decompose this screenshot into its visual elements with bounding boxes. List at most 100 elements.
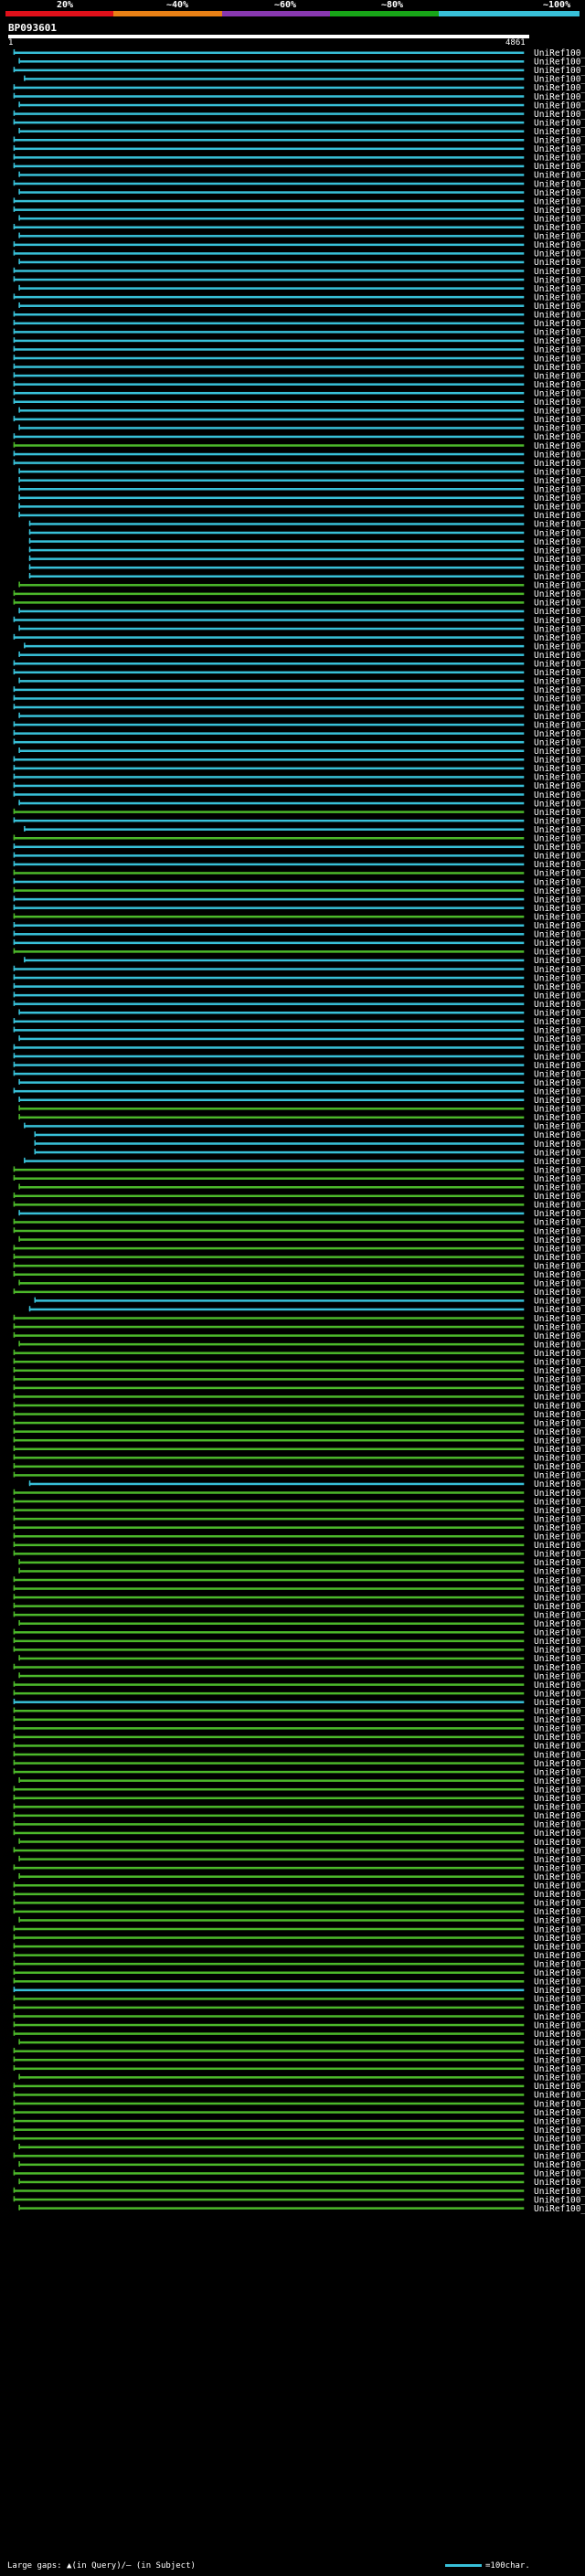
hit-row[interactable]: UniRef100_B1BYE6	[28, 537, 585, 547]
hit-row[interactable]: UniRef100_UPI000...	[13, 1585, 585, 1595]
hit-row[interactable]: UniRef100_C0CS52	[13, 1218, 585, 1228]
hit-row[interactable]: UniRef100_A9AIX8	[13, 1532, 585, 1542]
hit-row[interactable]: UniRef100_C0XLY7	[13, 136, 585, 146]
hit-row[interactable]: UniRef100_Q213B1	[13, 1610, 585, 1620]
hit-row[interactable]: UniRef100_D6D209	[13, 179, 585, 189]
hit-row[interactable]: UniRef100_C3LDW5	[13, 1899, 585, 1909]
hit-row[interactable]: UniRef100_A9D1M2	[13, 1977, 585, 1988]
hit-row[interactable]: UniRef100_A4J016	[13, 1890, 585, 1900]
hit-row[interactable]: UniRef100_A1S5P9	[13, 2169, 585, 2179]
hit-row[interactable]: UniRef100_C1RLW1	[13, 1000, 585, 1010]
hit-row[interactable]: UniRef100_A4TNZ5	[13, 1942, 585, 1952]
hit-row[interactable]: UniRef100_C8NEH2	[13, 354, 585, 364]
hit-row[interactable]: UniRef100_B1CXR7	[18, 258, 585, 268]
hit-row[interactable]: UniRef100_B4TRT4	[18, 1558, 585, 1568]
hit-row[interactable]: UniRef100_Q4MX45	[34, 1130, 585, 1140]
hit-row[interactable]: UniRef100_B1EPM7	[13, 1261, 585, 1271]
hit-row[interactable]: UniRef100_UPI000...	[13, 1785, 585, 1795]
hit-row[interactable]: UniRef100_C4UF63	[18, 1654, 585, 1664]
hit-row[interactable]: UniRef100_C5D9V0	[18, 624, 585, 634]
hit-row[interactable]: UniRef100_C4FYD7	[13, 2082, 585, 2092]
hit-row[interactable]: UniRef100_C0B1B2	[28, 572, 585, 582]
hit-row[interactable]: UniRef100_Q8E2S8	[28, 1305, 585, 1315]
hit-row[interactable]: UniRef100_C2UST8	[13, 319, 585, 329]
hit-row[interactable]: UniRef100_C7VG01	[13, 1366, 585, 1376]
hit-row[interactable]: UniRef100_C1P7B7	[13, 860, 585, 870]
hit-row[interactable]: UniRef100_A6KP13	[13, 1314, 585, 1324]
hit-row[interactable]: UniRef100_Q6F2V3	[13, 930, 585, 940]
hit-row[interactable]: UniRef100_A7GKQ8	[13, 223, 585, 233]
hit-row[interactable]: UniRef100_A6VW79	[13, 877, 585, 887]
hit-row[interactable]: UniRef100_B1INC1	[13, 1418, 585, 1428]
hit-row[interactable]: UniRef100_A7B374	[13, 2047, 585, 2057]
hit-row[interactable]: UniRef100_C2P928	[18, 407, 585, 417]
hit-row[interactable]: UniRef100_UPI000...	[13, 895, 585, 905]
hit-row[interactable]: UniRef100_B7UMP4	[13, 292, 585, 302]
hit-row[interactable]: UniRef100_A3D5Z7	[18, 2160, 585, 2170]
hit-row[interactable]: UniRef100_A7NET2	[13, 1322, 585, 1332]
hit-row[interactable]: UniRef100_UPI000...	[13, 616, 585, 626]
hit-row[interactable]: UniRef100_Q8ZP09	[13, 1575, 585, 1585]
hit-row[interactable]: UniRef100_Q7NY63	[24, 641, 585, 652]
hit-row[interactable]: UniRef100_A6SZ66	[13, 1750, 585, 1760]
hit-row[interactable]: UniRef100_C8NBT8	[13, 2012, 585, 2022]
hit-row[interactable]: UniRef100_C7VVM3	[13, 1052, 585, 1062]
hit-row[interactable]: UniRef100_B9YDN3	[18, 2038, 585, 2048]
hit-row[interactable]: UniRef100_C1IB84	[13, 415, 585, 425]
hit-row[interactable]: UniRef100_Q1RSB3	[13, 48, 585, 58]
hit-row[interactable]: UniRef100_B6FP38	[13, 948, 585, 958]
hit-row[interactable]: UniRef100_C2HHB4	[13, 1288, 585, 1298]
hit-row[interactable]: UniRef100_C7M6S6	[18, 1096, 585, 1106]
hit-row[interactable]: UniRef100_C0D5B4	[13, 2108, 585, 2118]
hit-row[interactable]: UniRef100_C7RHJ4	[18, 511, 585, 521]
hit-row[interactable]: UniRef100_C5Q2T3	[13, 808, 585, 818]
hit-row[interactable]: UniRef100_Q3L1D8	[13, 275, 585, 285]
hit-row[interactable]: UniRef100_A5I1X5	[13, 1436, 585, 1446]
hit-row[interactable]: UniRef100_A9R0Q2	[18, 1872, 585, 1882]
hit-row[interactable]: UniRef100_C7RQ19	[13, 756, 585, 766]
hit-row[interactable]: UniRef100_Q3EVT9	[13, 459, 585, 469]
hit-row[interactable]: UniRef100_C2NAS6	[13, 816, 585, 826]
hit-row[interactable]: UniRef100_C3WQZ0	[13, 773, 585, 783]
hit-row[interactable]: UniRef100_C5FJ46	[13, 1995, 585, 2005]
hit-row[interactable]: UniRef100_C8WEN9	[18, 1340, 585, 1350]
hit-row[interactable]: UniRef100_Q189V5	[18, 127, 585, 137]
hit-row[interactable]: UniRef100_A9KIH9	[13, 1689, 585, 1699]
hit-row[interactable]: UniRef100_B3QDE5	[13, 1244, 585, 1254]
hit-row[interactable]: UniRef100_B2CT15	[13, 2125, 585, 2136]
hit-row[interactable]: UniRef100_C6AK66	[18, 2143, 585, 2153]
hit-row[interactable]: UniRef100_B9F3E9	[13, 2152, 585, 2162]
hit-row[interactable]: UniRef100_A6PR23	[13, 912, 585, 922]
hit-row[interactable]: UniRef100_C1L2W2	[13, 1846, 585, 1856]
hit-row[interactable]: UniRef100_C5THV6	[18, 1113, 585, 1123]
hit-row[interactable]: UniRef100_C3VH44	[13, 991, 585, 1001]
hit-row[interactable]: UniRef100_B2HRX5	[13, 1924, 585, 1935]
hit-row[interactable]: UniRef100_A6MSS2	[18, 58, 585, 68]
hit-row[interactable]: UniRef100_Q8E7R6	[13, 886, 585, 896]
hit-row[interactable]: UniRef100_C2PPX5	[18, 747, 585, 757]
hit-row[interactable]: UniRef100_A5I6U5	[18, 1619, 585, 1629]
hit-row[interactable]: UniRef100_Q9VKD9	[13, 2056, 585, 2066]
hit-row[interactable]: UniRef100_C3L2B1	[13, 1445, 585, 1455]
hit-row[interactable]: UniRef100_C4DYC3	[13, 2030, 585, 2040]
hit-row[interactable]: UniRef100_A7FWF1	[13, 1471, 585, 1481]
hit-row[interactable]: UniRef100_C2QUM2	[13, 371, 585, 381]
hit-row[interactable]: UniRef100_C5NHF4	[13, 1637, 585, 1647]
hit-row[interactable]: UniRef100_B8I6R8	[18, 1009, 585, 1019]
hit-row[interactable]: UniRef100_B3D450	[13, 1226, 585, 1236]
hit-row[interactable]: UniRef100_C7LJJ1	[13, 1375, 585, 1385]
hit-row[interactable]: UniRef100_Q8DK76	[13, 66, 585, 76]
hit-row[interactable]: UniRef100_B1QA26	[13, 1462, 585, 1472]
hit-row[interactable]: UniRef100_B2C7U9	[18, 214, 585, 224]
hit-row[interactable]: UniRef100_UPI000...	[13, 1803, 585, 1813]
hit-row[interactable]: UniRef100_C5V5E3	[13, 589, 585, 599]
hit-row[interactable]: UniRef100_B0CB05	[13, 240, 585, 250]
hit-row[interactable]: UniRef100_C2MYK1	[13, 345, 585, 355]
hit-row[interactable]: UniRef100_C4S8L2	[13, 1663, 585, 1673]
hit-row[interactable]: UniRef100_C3WQH5	[13, 1383, 585, 1394]
hit-row[interactable]: UniRef100_B4T137	[18, 1567, 585, 1577]
hit-row[interactable]: UniRef100_C9HAN2	[18, 581, 585, 591]
hit-row[interactable]: UniRef100_A7A144	[13, 1934, 585, 1944]
hit-row[interactable]: UniRef100_C6QV56	[13, 2003, 585, 2013]
hit-row[interactable]: UniRef100_B6I0X5	[18, 1183, 585, 1193]
